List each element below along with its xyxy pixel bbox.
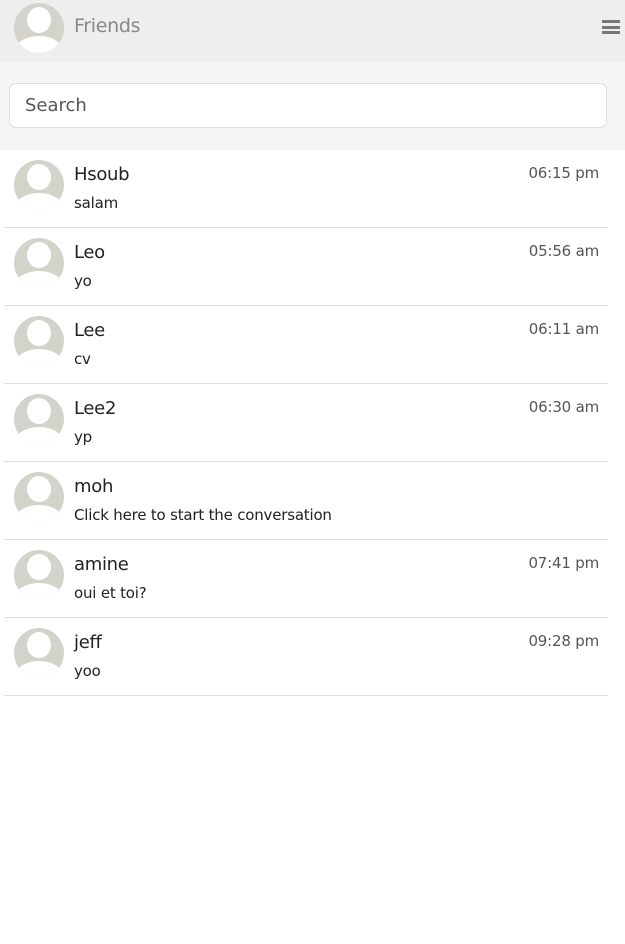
last-message: yo [74,272,92,290]
friend-name: Lee [74,320,105,341]
friend-name: amine [74,554,129,575]
avatar-icon [14,316,64,366]
last-message: salam [74,194,118,212]
avatar-icon [14,628,64,678]
friend-name: jeff [74,632,102,653]
friend-list-item[interactable]: amine oui et toi? 07:41 pm [4,540,608,618]
avatar-icon [14,160,64,210]
avatar-icon [14,550,64,600]
friend-list-item[interactable]: Leo yo 05:56 am [4,228,608,306]
friend-name: Leo [74,242,105,263]
last-message: cv [74,350,91,368]
page-title: Friends [74,15,141,37]
friend-name: moh [74,476,114,497]
last-message: yoo [74,662,101,680]
avatar-icon [14,394,64,444]
last-message: Click here to start the conversation [74,506,332,524]
friend-list-item[interactable]: Hsoub salam 06:15 pm [4,150,608,228]
avatar-icon [14,472,64,522]
message-time: 07:41 pm [528,554,599,572]
message-time: 06:30 am [528,398,599,416]
user-avatar-icon[interactable] [14,3,64,53]
friend-list-item[interactable]: Lee2 yp 06:30 am [4,384,608,462]
last-message: yp [74,428,92,446]
message-time: 06:15 pm [528,164,599,182]
last-message: oui et toi? [74,584,147,602]
friend-list-item[interactable]: jeff yoo 09:28 pm [4,618,608,696]
friend-list-item[interactable]: Lee cv 06:11 am [4,306,608,384]
message-time: 05:56 am [528,242,599,260]
message-time: 09:28 pm [528,632,599,650]
friend-list-item[interactable]: moh Click here to start the conversation [4,462,608,540]
avatar-icon [14,238,64,288]
hamburger-menu-icon[interactable] [602,20,620,34]
search-input[interactable] [9,83,607,128]
search-bar [0,62,625,150]
friend-name: Hsoub [74,164,130,185]
message-time: 06:11 am [528,320,599,338]
friend-name: Lee2 [74,398,117,419]
header: Friends [0,0,625,62]
friends-list: Hsoub salam 06:15 pm Leo yo 05:56 am Lee… [0,150,625,696]
